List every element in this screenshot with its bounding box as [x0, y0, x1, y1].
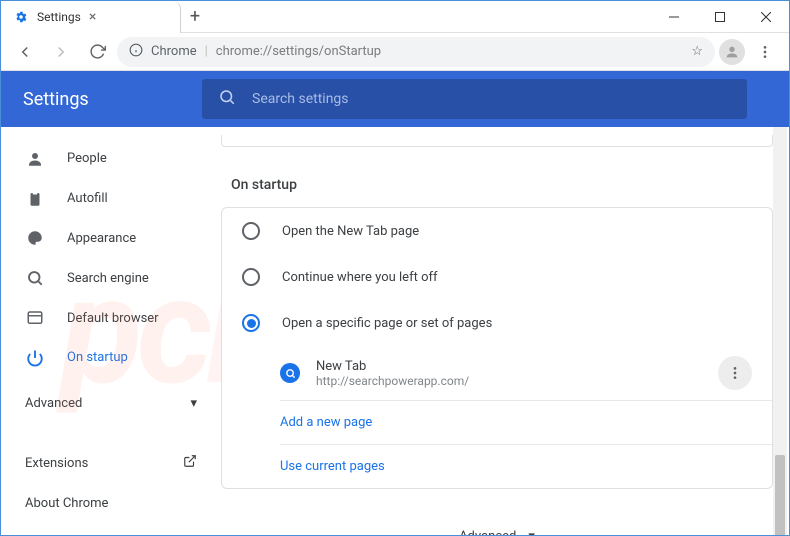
close-tab-icon[interactable]: × [89, 9, 96, 25]
sidebar: People Autofill Appearance Search engine… [1, 127, 221, 535]
previous-card-edge [221, 135, 773, 147]
radio-continue[interactable]: Continue where you left off [222, 254, 772, 300]
search-icon [218, 88, 236, 110]
startup-page-row: New Tab http://searchpowerapp.com/ [222, 346, 772, 400]
external-link-icon [183, 454, 197, 472]
sidebar-advanced-toggle[interactable]: Advanced ▾ [1, 384, 221, 424]
address-bar[interactable]: Chrome | chrome://settings/onStartup ☆ [117, 37, 715, 67]
page-title: Settings [23, 89, 89, 110]
radio-specific-pages[interactable]: Open a specific page or set of pages [222, 300, 772, 346]
sidebar-about-chrome[interactable]: About Chrome [1, 483, 221, 523]
sidebar-item-appearance[interactable]: Appearance [1, 219, 221, 259]
sidebar-item-label: People [67, 151, 107, 166]
browser-toolbar: Chrome | chrome://settings/onStartup ☆ [1, 33, 789, 71]
clipboard-icon [25, 189, 45, 209]
close-window-button[interactable] [743, 1, 789, 33]
omni-prefix: Chrome [151, 44, 197, 59]
info-icon [129, 43, 143, 61]
forward-button[interactable] [45, 36, 77, 68]
sidebar-item-people[interactable]: People [1, 139, 221, 179]
chevron-down-icon: ▾ [190, 396, 197, 411]
sidebar-item-label: Default browser [67, 311, 159, 326]
page-more-button[interactable] [718, 356, 752, 390]
radio-icon [242, 222, 260, 240]
tab-title: Settings [37, 10, 81, 24]
power-icon [25, 348, 45, 368]
titlebar: Settings × + [1, 1, 789, 33]
maximize-button[interactable] [697, 1, 743, 33]
sidebar-item-label: On startup [67, 350, 128, 365]
chevron-down-icon: ▾ [528, 529, 535, 535]
radio-open-new-tab[interactable]: Open the New Tab page [222, 208, 772, 254]
sidebar-item-search-engine[interactable]: Search engine [1, 258, 221, 298]
radio-icon [242, 268, 260, 286]
settings-header: Settings [1, 71, 789, 127]
page-favicon-icon [280, 363, 300, 383]
sidebar-extensions[interactable]: Extensions [1, 443, 221, 483]
browser-tab[interactable]: Settings × [1, 1, 181, 33]
search-icon [25, 268, 45, 288]
person-icon [25, 149, 45, 169]
page-url: http://searchpowerapp.com/ [316, 374, 702, 388]
profile-avatar[interactable] [719, 39, 745, 65]
new-tab-button[interactable]: + [181, 6, 209, 27]
palette-icon [25, 228, 45, 248]
vertical-scrollbar-track[interactable] [773, 127, 787, 535]
content-area: On startup Open the New Tab page Continu… [221, 127, 789, 535]
use-current-pages-link[interactable]: Use current pages [222, 445, 772, 488]
section-title: On startup [231, 177, 773, 193]
sidebar-item-label: Appearance [67, 231, 136, 246]
menu-button[interactable] [749, 36, 781, 68]
startup-card: Open the New Tab page Continue where you… [221, 207, 773, 489]
sidebar-item-label: Autofill [67, 191, 108, 206]
browser-icon [25, 308, 45, 328]
sidebar-item-autofill[interactable]: Autofill [1, 179, 221, 219]
sidebar-item-on-startup[interactable]: On startup [1, 338, 221, 378]
back-button[interactable] [9, 36, 41, 68]
page-name: New Tab [316, 359, 702, 374]
radio-icon-checked [242, 314, 260, 332]
minimize-button[interactable] [651, 1, 697, 33]
advanced-footer-toggle[interactable]: Advanced ▾ [221, 529, 773, 535]
search-input[interactable] [252, 91, 731, 107]
sidebar-item-default-browser[interactable]: Default browser [1, 298, 221, 338]
settings-search[interactable] [202, 79, 747, 119]
gear-icon [13, 9, 29, 25]
omni-url: chrome://settings/onStartup [216, 44, 381, 59]
reload-button[interactable] [81, 36, 113, 68]
add-new-page-link[interactable]: Add a new page [222, 401, 772, 444]
sidebar-item-label: Search engine [67, 271, 149, 286]
vertical-scrollbar-thumb[interactable] [775, 455, 785, 535]
bookmark-star-icon[interactable]: ☆ [691, 44, 703, 59]
